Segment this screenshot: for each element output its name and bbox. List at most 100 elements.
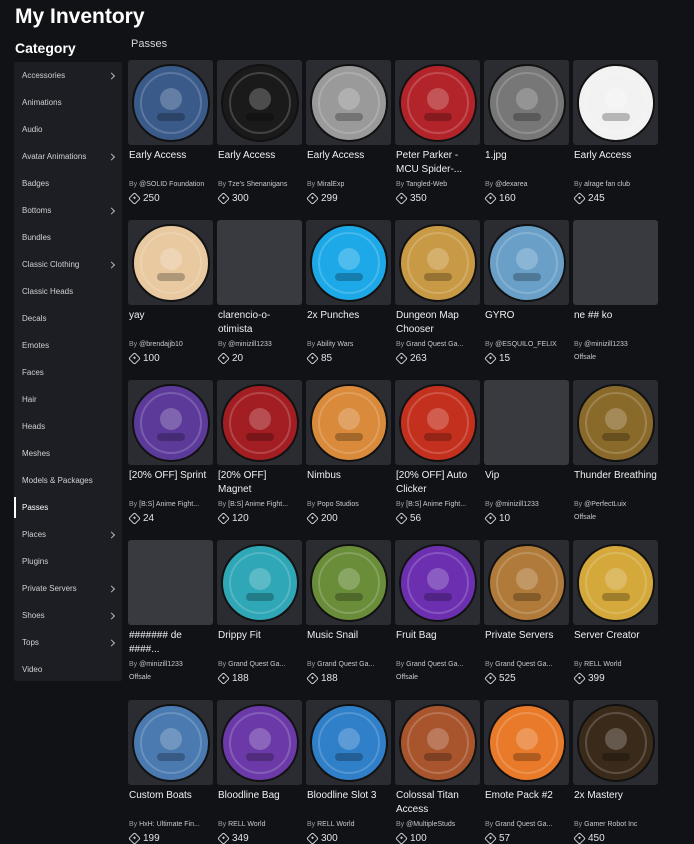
pass-name[interactable]: Colossal Titan Access	[395, 789, 480, 819]
pass-thumbnail[interactable]	[484, 60, 569, 145]
sidebar-item-accessories[interactable]: Accessories	[14, 62, 122, 89]
pass-card[interactable]: Vip By @minizill1233 10	[484, 380, 569, 540]
pass-name[interactable]: Fruit Bag	[395, 629, 480, 659]
pass-thumbnail[interactable]	[484, 540, 569, 625]
pass-name[interactable]: 2x Punches	[306, 309, 391, 339]
pass-card[interactable]: Thunder Breathing By @PerfectLuix Offsale	[573, 380, 658, 540]
sidebar-item-faces[interactable]: Faces	[14, 359, 122, 386]
pass-name[interactable]: yay	[128, 309, 213, 339]
sidebar-item-places[interactable]: Places	[14, 521, 122, 548]
pass-card[interactable]: Nimbus By Popo Studios 200	[306, 380, 391, 540]
pass-card[interactable]: Early Access By Tze's Shenanigans 300	[217, 60, 302, 220]
sidebar-item-meshes[interactable]: Meshes	[14, 440, 122, 467]
pass-card[interactable]: Fruit Bag By Grand Quest Ga... Offsale	[395, 540, 480, 700]
pass-thumbnail[interactable]	[217, 380, 302, 465]
sidebar-item-private-servers[interactable]: Private Servers	[14, 575, 122, 602]
pass-thumbnail[interactable]	[573, 60, 658, 145]
pass-card[interactable]: Colossal Titan Access By @MultipleStuds 10…	[395, 700, 480, 844]
pass-name[interactable]: GYRO	[484, 309, 569, 339]
pass-creator[interactable]: By Popo Studios	[306, 499, 391, 511]
sidebar-item-decals[interactable]: Decals	[14, 305, 122, 332]
pass-creator[interactable]: By alrage fan club	[573, 179, 658, 191]
pass-card[interactable]: Early Access By alrage fan club 245	[573, 60, 658, 220]
pass-card[interactable]: [20% OFF] Sprint By [B:S] Anime Fight... 2…	[128, 380, 213, 540]
pass-thumbnail[interactable]	[395, 220, 480, 305]
sidebar-item-classic-clothing[interactable]: Classic Clothing	[14, 251, 122, 278]
pass-card[interactable]: Peter Parker - MCU Spider-... By Tangled-…	[395, 60, 480, 220]
pass-name[interactable]: Dungeon Map Chooser	[395, 309, 480, 339]
pass-thumbnail[interactable]	[573, 380, 658, 465]
pass-thumbnail[interactable]	[217, 540, 302, 625]
pass-card[interactable]: Bloodline Bag By RELL World 349	[217, 700, 302, 844]
pass-name[interactable]: [20% OFF] Magnet	[217, 469, 302, 499]
pass-creator[interactable]: By Tangled-Web	[395, 179, 480, 191]
pass-card[interactable]: [20% OFF] Magnet By [B:S] Anime Fight... 1…	[217, 380, 302, 540]
pass-card[interactable]: Dungeon Map Chooser By Grand Quest Ga... 2…	[395, 220, 480, 380]
pass-name[interactable]: Early Access	[128, 149, 213, 179]
pass-name[interactable]: Server Creator	[573, 629, 658, 659]
pass-name[interactable]: [20% OFF] Sprint	[128, 469, 213, 499]
sidebar-item-tops[interactable]: Tops	[14, 629, 122, 656]
pass-thumbnail[interactable]	[573, 700, 658, 785]
pass-thumbnail[interactable]	[395, 380, 480, 465]
pass-creator[interactable]: By Ability Wars	[306, 339, 391, 351]
pass-card[interactable]: 2x Mastery By Gamer Robot Inc 450	[573, 700, 658, 844]
pass-card[interactable]: GYRO By @ESQUILO_FELIX 15	[484, 220, 569, 380]
pass-thumbnail[interactable]	[395, 540, 480, 625]
pass-thumbnail[interactable]	[306, 540, 391, 625]
pass-name[interactable]: Early Access	[217, 149, 302, 179]
pass-name[interactable]: Drippy Fit	[217, 629, 302, 659]
pass-card[interactable]: Early Access By @SOLID Foundation 250	[128, 60, 213, 220]
pass-name[interactable]: Bloodline Bag	[217, 789, 302, 819]
sidebar-item-heads[interactable]: Heads	[14, 413, 122, 440]
sidebar-item-emotes[interactable]: Emotes	[14, 332, 122, 359]
pass-thumbnail[interactable]	[217, 700, 302, 785]
pass-thumbnail[interactable]	[306, 700, 391, 785]
pass-creator[interactable]: By Tze's Shenanigans	[217, 179, 302, 191]
pass-name[interactable]: Bloodline Slot 3	[306, 789, 391, 819]
pass-thumbnail[interactable]	[217, 220, 302, 305]
pass-card[interactable]: 1.jpg By @dexarea 160	[484, 60, 569, 220]
pass-creator[interactable]: By @minizill1233	[128, 659, 213, 671]
pass-creator[interactable]: By @brendajjb10	[128, 339, 213, 351]
sidebar-item-audio[interactable]: Audio	[14, 116, 122, 143]
pass-card[interactable]: 2x Punches By Ability Wars 85	[306, 220, 391, 380]
pass-card[interactable]: ####### de ####... By @minizill1233 Offsal…	[128, 540, 213, 700]
pass-creator[interactable]: By [B:S] Anime Fight...	[217, 499, 302, 511]
pass-creator[interactable]: By @minizill1233	[484, 499, 569, 511]
sidebar-item-plugins[interactable]: Plugins	[14, 548, 122, 575]
pass-creator[interactable]: By Grand Quest Ga...	[306, 659, 391, 671]
sidebar-item-models-packages[interactable]: Models & Packages	[14, 467, 122, 494]
pass-creator[interactable]: By @MultipleStuds	[395, 819, 480, 831]
pass-card[interactable]: clarencio-o-otimista By @minizill1233 20	[217, 220, 302, 380]
pass-card[interactable]: Private Servers By Grand Quest Ga... 525	[484, 540, 569, 700]
pass-creator[interactable]: By Gamer Robot Inc	[573, 819, 658, 831]
pass-thumbnail[interactable]	[484, 220, 569, 305]
pass-thumbnail[interactable]	[128, 540, 213, 625]
pass-name[interactable]: Early Access	[573, 149, 658, 179]
pass-creator[interactable]: By MiralExp	[306, 179, 391, 191]
pass-name[interactable]: ####### de ####...	[128, 629, 213, 659]
pass-thumbnail[interactable]	[573, 220, 658, 305]
sidebar-item-bottoms[interactable]: Bottoms	[14, 197, 122, 224]
pass-card[interactable]: Custom Boats By HxH: Ultimate Fin... 199	[128, 700, 213, 844]
pass-creator[interactable]: By @SOLID Foundation	[128, 179, 213, 191]
pass-creator[interactable]: By @PerfectLuix	[573, 499, 658, 511]
pass-thumbnail[interactable]	[128, 60, 213, 145]
pass-creator[interactable]: By Grand Quest Ga...	[484, 819, 569, 831]
pass-card[interactable]: Bloodline Slot 3 By RELL World 300	[306, 700, 391, 844]
pass-card[interactable]: ne ## ko By @minizill1233 Offsale	[573, 220, 658, 380]
sidebar-item-passes[interactable]: Passes	[14, 494, 122, 521]
pass-card[interactable]: [20% OFF] Auto Clicker By [B:S] Anime Fig…	[395, 380, 480, 540]
pass-thumbnail[interactable]	[484, 700, 569, 785]
pass-card[interactable]: yay By @brendajjb10 100	[128, 220, 213, 380]
sidebar-item-avatar-animations[interactable]: Avatar Animations	[14, 143, 122, 170]
pass-creator[interactable]: By @dexarea	[484, 179, 569, 191]
pass-creator[interactable]: By @ESQUILO_FELIX	[484, 339, 569, 351]
pass-thumbnail[interactable]	[128, 220, 213, 305]
pass-creator[interactable]: By @minizill1233	[217, 339, 302, 351]
pass-name[interactable]: Vip	[484, 469, 569, 499]
pass-thumbnail[interactable]	[306, 60, 391, 145]
pass-creator[interactable]: By [B:S] Anime Fight...	[395, 499, 480, 511]
pass-name[interactable]: Early Access	[306, 149, 391, 179]
